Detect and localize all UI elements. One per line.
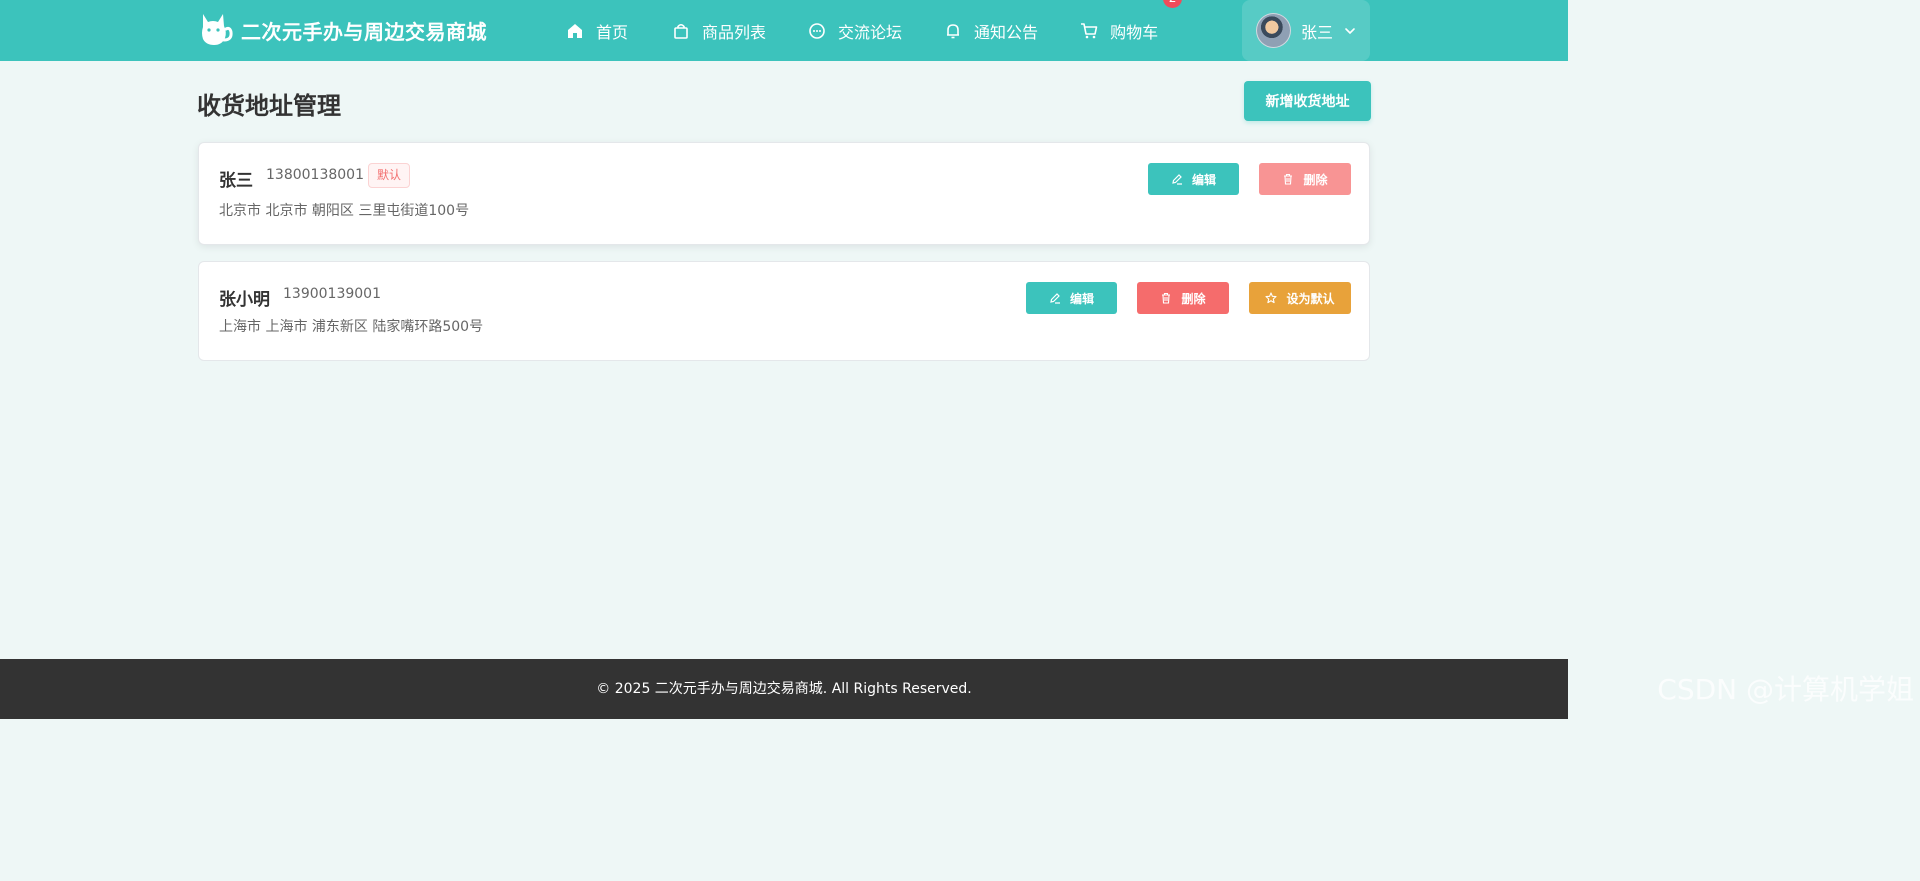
footer: © 2025 二次元手办与周边交易商城. All Rights Reserved… [0, 659, 1568, 719]
trash-icon [1284, 173, 1293, 185]
delete-address-button[interactable]: 删除 [1137, 282, 1229, 314]
cart-icon [1081, 22, 1098, 38]
edit-icon [1172, 174, 1182, 185]
nav-products[interactable]: 商品列表 [672, 19, 766, 43]
home-icon [568, 23, 582, 38]
nav-announcements[interactable]: 通知公告 [944, 19, 1038, 43]
cart-count-badge: 2 [1163, 0, 1183, 8]
address-card: 张小明 13900139001 上海市 上海市 浦东新区 陆家嘴环路500号 编… [198, 261, 1370, 361]
user-name: 张三 [1301, 22, 1334, 42]
recipient-phone: 13800138001 [266, 167, 364, 183]
brand-name: 二次元手办与周边交易商城 [241, 19, 487, 44]
chat-bubble-icon [809, 22, 825, 39]
cat-logo-icon [202, 14, 233, 45]
user-menu[interactable]: 张三 [1242, 0, 1370, 61]
avatar [1256, 13, 1291, 48]
set-default-label: 设为默认 [1286, 291, 1335, 306]
delete-label: 删除 [1303, 172, 1328, 187]
shopping-bag-icon [674, 23, 688, 39]
delete-label: 删除 [1181, 291, 1206, 306]
star-icon [1265, 292, 1278, 304]
edit-label: 编辑 [1069, 291, 1094, 306]
address-text: 北京市 北京市 朝阳区 三里屯街道100号 [219, 203, 470, 219]
nav-forum-label: 交流论坛 [838, 22, 903, 42]
copyright-text: © 2025 二次元手办与周边交易商城. All Rights Reserved… [596, 681, 972, 697]
nav-home[interactable]: 首页 [566, 19, 628, 43]
edit-icon [1050, 293, 1060, 304]
watermark: CSDN @计算机学姐 [1657, 673, 1914, 706]
top-navbar: 二次元手办与周边交易商城 首页 商品列表 交流论坛 通知公告 购物车 2 张三 [0, 0, 1568, 61]
set-default-button[interactable]: 设为默认 [1249, 282, 1351, 314]
brand-logo[interactable]: 二次元手办与周边交易商城 [197, 10, 487, 50]
nav-announcements-label: 通知公告 [974, 22, 1039, 42]
trash-icon [1162, 292, 1171, 304]
delete-address-button[interactable]: 删除 [1259, 163, 1351, 195]
main-nav: 首页 商品列表 交流论坛 通知公告 购物车 2 [566, 0, 1183, 61]
edit-address-button[interactable]: 编辑 [1148, 163, 1239, 195]
nav-products-label: 商品列表 [702, 22, 767, 42]
nav-cart[interactable]: 购物车 2 [1080, 0, 1183, 43]
nav-forum[interactable]: 交流论坛 [808, 19, 902, 43]
address-card: 张三 13800138001 默认 北京市 北京市 朝阳区 三里屯街道100号 … [198, 142, 1370, 245]
recipient-name: 张小明 [219, 290, 270, 310]
default-badge: 默认 [368, 163, 410, 188]
recipient-phone: 13900139001 [283, 286, 381, 302]
page-title: 收货地址管理 [197, 92, 341, 120]
edit-address-button[interactable]: 编辑 [1026, 282, 1117, 314]
add-address-button[interactable]: 新增收货地址 [1244, 81, 1371, 121]
address-text: 上海市 上海市 浦东新区 陆家嘴环路500号 [219, 319, 484, 335]
nav-cart-label: 购物车 [1110, 22, 1159, 42]
recipient-name: 张三 [219, 171, 253, 191]
bell-icon [947, 23, 960, 38]
edit-label: 编辑 [1191, 172, 1216, 187]
chevron-down-icon [1345, 27, 1355, 34]
nav-home-label: 首页 [596, 22, 629, 42]
